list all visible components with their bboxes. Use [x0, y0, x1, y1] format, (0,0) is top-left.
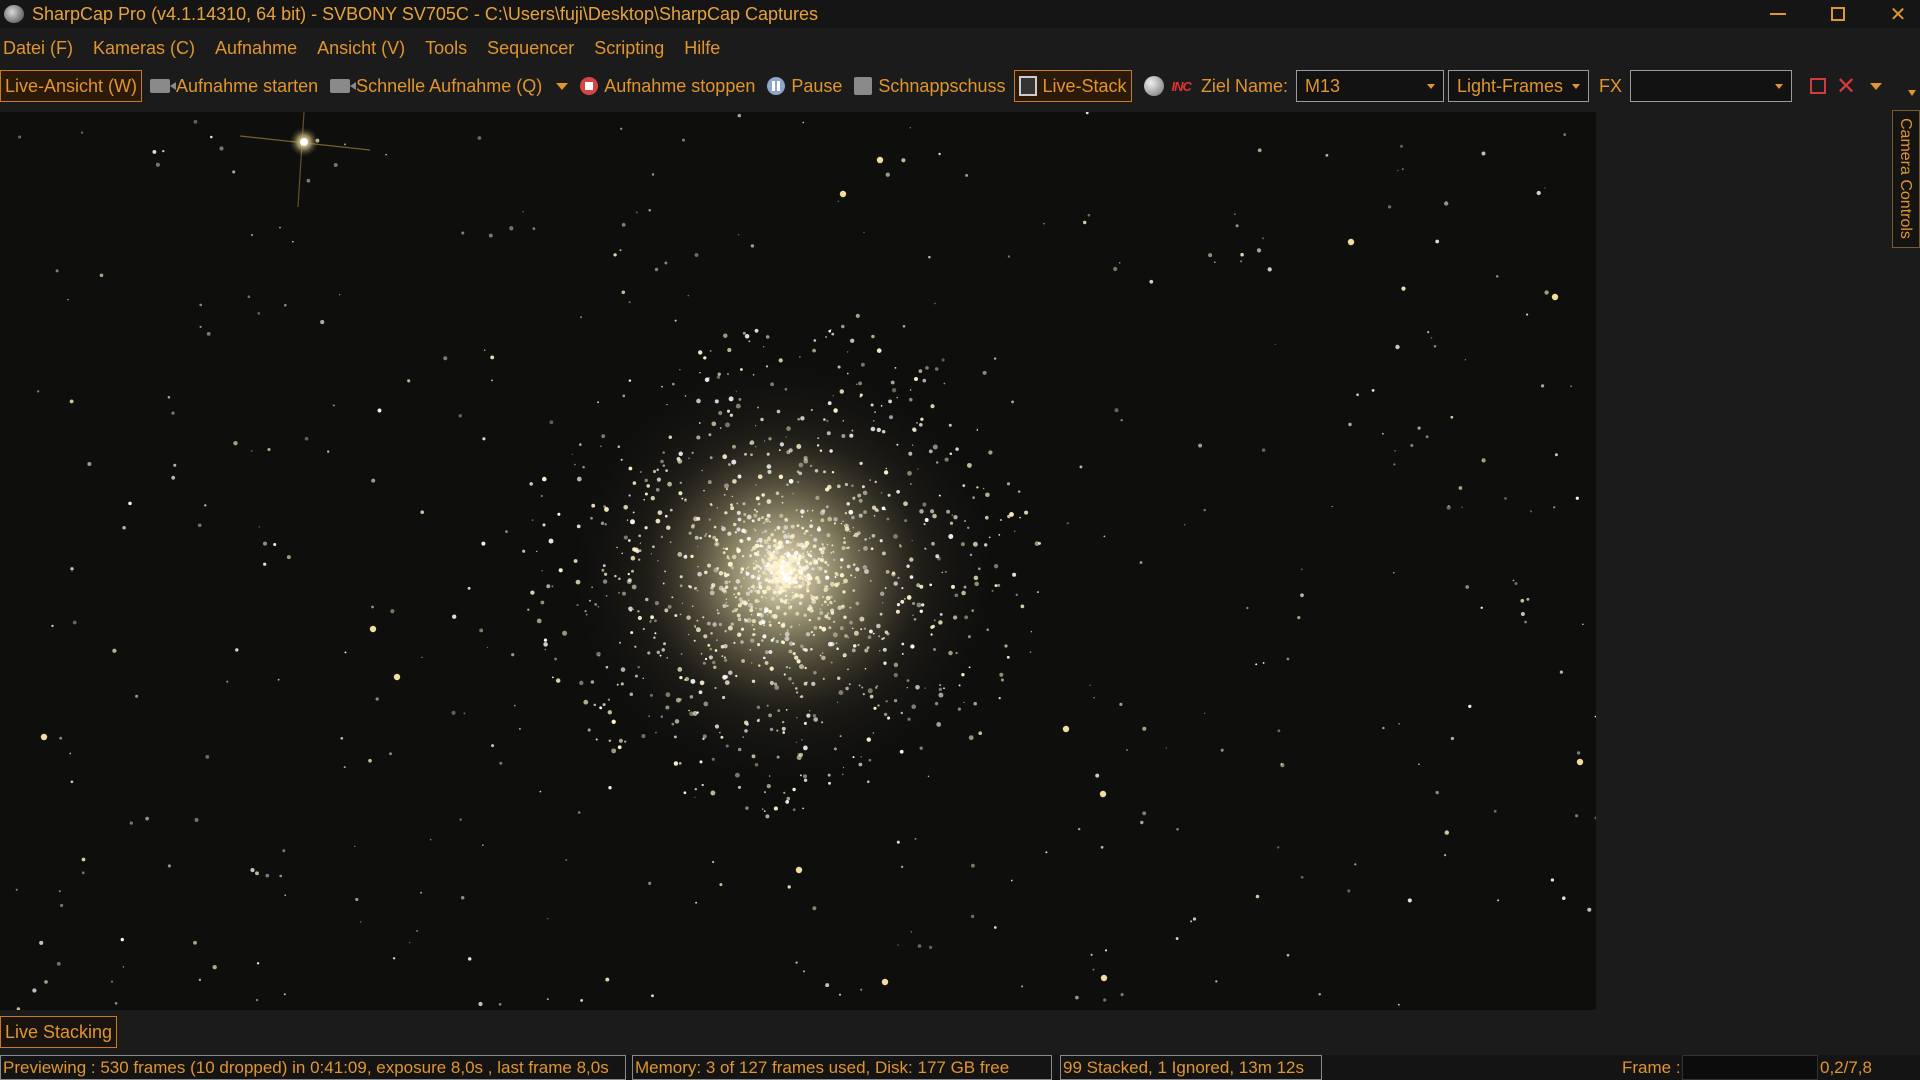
crosshair-off-icon[interactable]: ✕ — [1836, 72, 1856, 101]
maximize-button[interactable] — [1808, 0, 1868, 28]
globe-icon[interactable] — [1143, 76, 1164, 96]
status-preview: Previewing : 530 frames (10 dropped) in … — [0, 1055, 626, 1080]
stack-icon — [1018, 76, 1037, 96]
fx-dropdown[interactable] — [1629, 70, 1792, 102]
pause-icon — [767, 77, 786, 95]
maximize-icon — [1831, 7, 1845, 21]
sharpcap-app-icon — [4, 5, 24, 23]
status-frame-value: 0,2/7,8 — [1820, 1057, 1872, 1077]
window-title: SharpCap Pro (v4.1.14310, 64 bit) - SVBO… — [32, 3, 819, 24]
video-camera-icon — [150, 79, 177, 93]
camera-controls-tab[interactable]: Camera Controls — [1893, 112, 1917, 244]
pause-button[interactable]: Pause — [763, 70, 846, 102]
chevron-down-icon[interactable] — [1870, 82, 1883, 90]
select-area-icon[interactable] — [1809, 78, 1826, 94]
menu-bar: Datei (F) Kameras (C) Aufnahme Ansicht (… — [0, 34, 737, 62]
video-camera-icon — [330, 79, 357, 93]
target-name-dropdown[interactable]: M13 — [1295, 70, 1444, 102]
pause-label: Pause — [791, 75, 843, 96]
live-stack-button[interactable]: Live-Stack — [1013, 70, 1132, 102]
start-capture-label: Aufnahme starten — [176, 75, 319, 96]
dropdown-arrow-icon — [1571, 83, 1580, 89]
status-bar: Previewing : 530 frames (10 dropped) in … — [0, 1055, 1920, 1080]
menu-hilfe[interactable]: Hilfe — [681, 38, 730, 59]
minimize-icon — [1770, 13, 1786, 15]
status-stacked: 99 Stacked, 1 Ignored, 13m 12s — [1060, 1055, 1322, 1080]
live-stack-label: Live-Stack — [1042, 75, 1127, 96]
menu-tools[interactable]: Tools — [422, 38, 477, 59]
camera-icon — [854, 77, 873, 95]
stop-icon — [580, 77, 599, 95]
status-memory: Memory: 3 of 127 frames used, Disk: 177 … — [632, 1055, 1052, 1080]
menu-scripting[interactable]: Scripting — [591, 38, 674, 59]
menu-aufnahme[interactable]: Aufnahme — [212, 38, 307, 59]
fx-label: FX — [1598, 75, 1622, 96]
status-frame-progress — [1682, 1055, 1818, 1080]
menu-sequencer[interactable]: Sequencer — [484, 38, 584, 59]
menu-kameras[interactable]: Kameras (C) — [90, 38, 205, 59]
quick-capture-label: Schnelle Aufnahme (Q) — [356, 75, 543, 96]
panel-pin-icon[interactable] — [1908, 90, 1916, 96]
stop-capture-button[interactable]: Aufnahme stoppen — [576, 70, 759, 102]
target-name-label: Ziel Name: — [1200, 75, 1288, 96]
menu-ansicht[interactable]: Ansicht (V) — [314, 38, 415, 59]
menu-datei[interactable]: Datei (F) — [0, 38, 83, 59]
snapshot-button[interactable]: Schnappschuss — [850, 70, 1009, 102]
chevron-down-icon[interactable] — [556, 82, 569, 90]
live-view-label: Live-Ansicht (W) — [5, 75, 138, 96]
status-frame-label: Frame : — [1622, 1057, 1681, 1077]
toolbar: Live-Ansicht (W) Aufnahme starten Schnel… — [0, 68, 1920, 104]
increment-icon[interactable]: INC — [1172, 79, 1192, 94]
live-stacking-tab[interactable]: Live Stacking — [0, 1016, 118, 1048]
live-image-viewport[interactable] — [0, 112, 1596, 1010]
frame-type-value: Light-Frames — [1456, 75, 1563, 96]
minimize-button[interactable] — [1748, 0, 1808, 28]
frame-type-dropdown[interactable]: Light-Frames — [1447, 70, 1589, 102]
target-name-value: M13 — [1304, 75, 1340, 96]
close-button[interactable]: ✕ — [1868, 0, 1920, 28]
live-view-button[interactable]: Live-Ansicht (W) — [0, 70, 143, 102]
close-icon: ✕ — [1889, 3, 1907, 26]
quick-capture-button[interactable]: Schnelle Aufnahme (Q) — [326, 70, 546, 102]
stop-capture-label: Aufnahme stoppen — [604, 75, 756, 96]
snapshot-label: Schnappschuss — [878, 75, 1006, 96]
title-bar: SharpCap Pro (v4.1.14310, 64 bit) - SVBO… — [0, 0, 1920, 28]
dropdown-arrow-icon — [1774, 83, 1783, 89]
start-capture-button[interactable]: Aufnahme starten — [146, 70, 322, 102]
dropdown-arrow-icon — [1426, 83, 1435, 89]
star-field-image — [0, 112, 1596, 1010]
